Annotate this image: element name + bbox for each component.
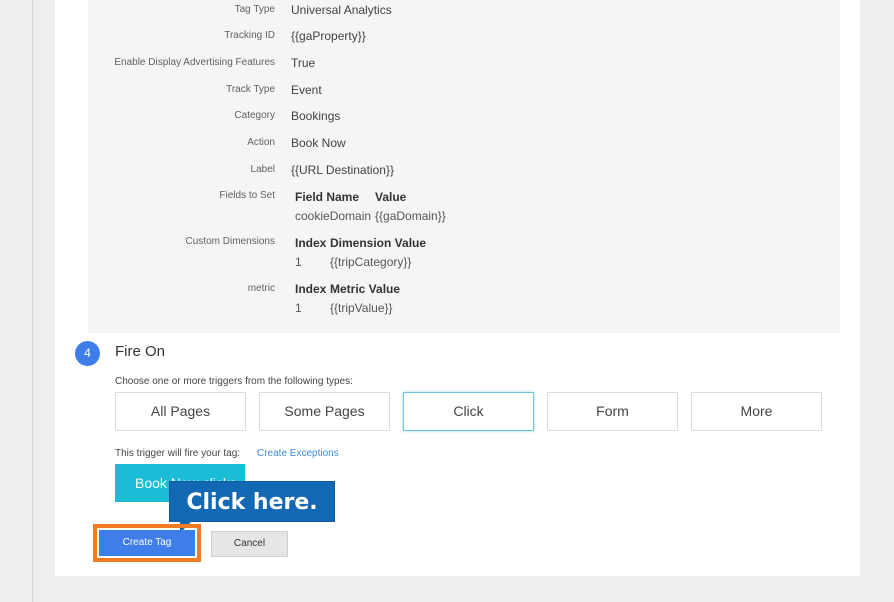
summary-label: Action: [247, 137, 275, 148]
fields-header-value: Value: [375, 190, 407, 204]
metric-header-value: Metric Value: [330, 282, 401, 296]
summary-label: Fields to Set: [219, 190, 275, 201]
step-number-badge: 4: [75, 341, 100, 366]
summary-row-action: Action Book Now: [88, 133, 840, 153]
trigger-type-all-pages[interactable]: All Pages: [115, 392, 246, 431]
summary-value: True: [291, 56, 316, 70]
summary-row-category: Category Bookings: [88, 106, 840, 126]
summary-row-tag-type: Tag Type Universal Analytics: [88, 0, 840, 20]
summary-value: {{gaProperty}}: [291, 29, 366, 43]
dimension-header-value: Dimension Value: [330, 236, 427, 250]
summary-label: Label: [250, 164, 275, 175]
summary-value: Book Now: [291, 136, 346, 150]
summary-row-custom-dimensions: Custom Dimensions: [88, 232, 840, 252]
fields-header-name: Field Name: [295, 190, 360, 204]
summary-label: Track Type: [226, 84, 275, 95]
summary-value: Universal Analytics: [291, 3, 392, 17]
summary-row-fields-to-set: Fields to Set: [88, 186, 840, 206]
dimension-cell-value: {{tripCategory}}: [330, 255, 412, 269]
summary-label: metric: [247, 283, 275, 294]
fire-trigger-text: This trigger will fire your tag:: [115, 448, 241, 459]
summary-row-display-advertising: Enable Display Advertising Features True: [88, 53, 840, 73]
trigger-type-form[interactable]: Form: [547, 392, 678, 431]
trigger-type-more[interactable]: More: [691, 392, 822, 431]
metric-header-index: Index: [295, 282, 327, 296]
left-rail: [0, 0, 33, 602]
summary-row-label: Label {{URL Destination}}: [88, 160, 840, 180]
summary-label: Custom Dimensions: [185, 236, 275, 247]
fields-cell-value: {{gaDomain}}: [375, 209, 446, 223]
trigger-instructions: Choose one or more triggers from the fol…: [115, 376, 353, 387]
trigger-type-some-pages[interactable]: Some Pages: [259, 392, 390, 431]
tag-configuration-summary: Tag Type Universal Analytics Tracking ID…: [88, 0, 840, 333]
fields-cell-name: cookieDomain: [295, 209, 372, 223]
click-here-callout: Click here.: [169, 481, 335, 522]
step-title: Fire On: [115, 343, 166, 360]
summary-row-tracking-id: Tracking ID {{gaProperty}}: [88, 26, 840, 46]
cancel-button[interactable]: Cancel: [211, 531, 288, 557]
create-tag-button[interactable]: Create Tag: [99, 530, 195, 556]
metric-cell-index: 1: [295, 301, 302, 315]
dimension-header-index: Index: [295, 236, 327, 250]
metric-cell-value: {{tripValue}}: [330, 301, 393, 315]
trigger-type-click[interactable]: Click: [403, 392, 534, 431]
dimension-cell-index: 1: [295, 255, 302, 269]
summary-label: Category: [234, 110, 275, 121]
summary-label: Tag Type: [234, 4, 275, 15]
summary-row-metric: metric: [88, 279, 840, 299]
summary-row-track-type: Track Type Event: [88, 80, 840, 100]
summary-value: {{URL Destination}}: [291, 163, 394, 177]
create-exceptions-link[interactable]: Create Exceptions: [257, 448, 339, 459]
summary-label: Tracking ID: [224, 30, 275, 41]
summary-value: Event: [291, 83, 322, 97]
summary-value: Bookings: [291, 109, 341, 123]
summary-label: Enable Display Advertising Features: [114, 57, 275, 68]
